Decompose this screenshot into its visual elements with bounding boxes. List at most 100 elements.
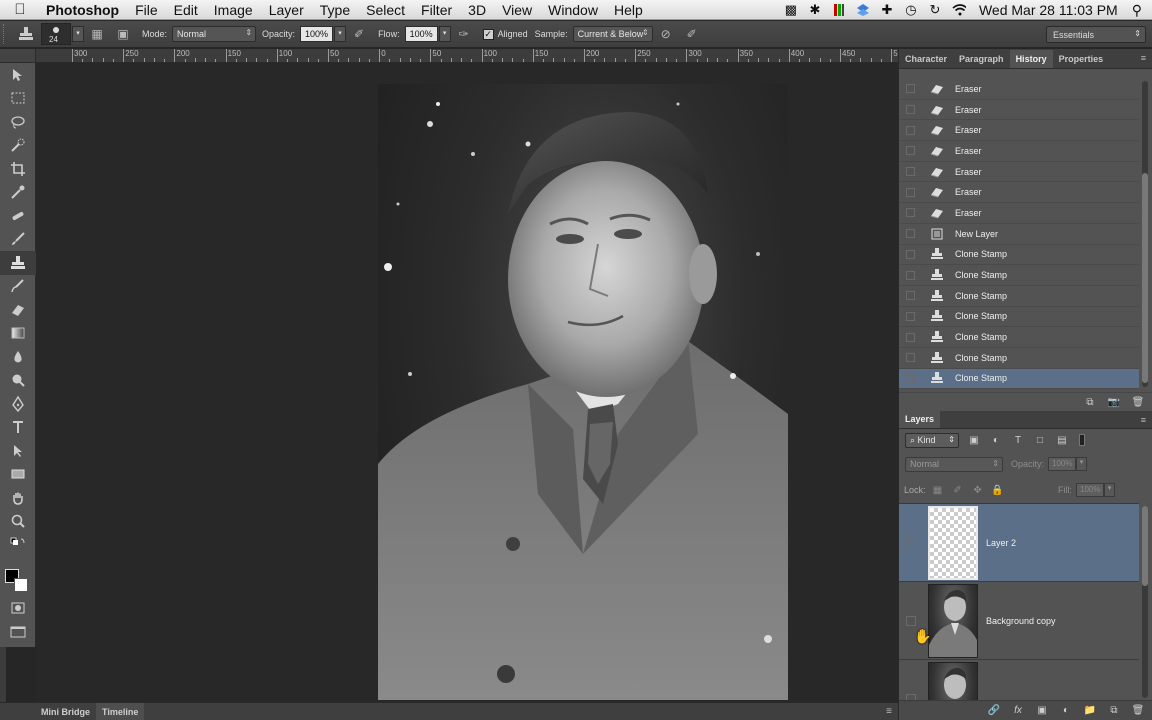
history-source-checkbox[interactable] [906, 373, 915, 383]
layer-opacity-input[interactable]: 100% [1048, 457, 1077, 471]
layer-row[interactable]: Layer 2 [899, 504, 1139, 582]
layer-visibility-toggle[interactable] [906, 537, 916, 548]
panel-menu-icon[interactable]: ≡ [1141, 53, 1146, 63]
history-scrollbar[interactable] [1142, 81, 1148, 387]
ignore-adjustment-layers-icon[interactable]: ⊘ [656, 24, 676, 44]
layer-style-icon[interactable]: fx [1009, 703, 1027, 719]
filter-toggle[interactable] [1079, 434, 1085, 446]
new-group-icon[interactable]: 📁 [1081, 703, 1099, 719]
type-tool-icon[interactable] [0, 416, 36, 440]
screen-mode-icon[interactable] [0, 620, 36, 644]
menu-type[interactable]: Type [312, 0, 358, 20]
crop-tool-icon[interactable] [0, 157, 36, 181]
history-source-checkbox[interactable] [906, 270, 915, 280]
history-item[interactable]: Clone Stamp [899, 368, 1139, 390]
clock[interactable]: Wed Mar 28 11:03 PM [979, 2, 1118, 18]
portrait-photo[interactable] [378, 84, 788, 700]
brush-panel-icon[interactable]: ▦ [87, 24, 107, 44]
history-source-checkbox[interactable] [906, 84, 915, 94]
history-item[interactable]: Clone Stamp [899, 348, 1139, 369]
mode-select[interactable]: Normal [172, 26, 257, 42]
move-tool-icon[interactable] [0, 63, 36, 87]
link-layers-icon[interactable]: 🔗 [985, 703, 1003, 719]
history-item[interactable]: New Layer [899, 224, 1139, 245]
fill-dropdown[interactable]: ▾ [1104, 483, 1115, 497]
menu-window[interactable]: Window [540, 0, 606, 20]
quick-mask-icon[interactable] [0, 596, 36, 620]
history-item[interactable]: Eraser [899, 141, 1139, 162]
history-source-checkbox[interactable] [906, 208, 915, 218]
flow-input[interactable]: 100% [404, 26, 438, 42]
history-item[interactable]: Clone Stamp [899, 245, 1139, 266]
history-source-checkbox[interactable] [906, 311, 915, 321]
menu-file[interactable]: File [127, 0, 166, 20]
wifi-icon[interactable] [952, 3, 966, 17]
marquee-tool-icon[interactable] [0, 87, 36, 111]
menu-image[interactable]: Image [206, 0, 261, 20]
menu-edit[interactable]: Edit [166, 0, 206, 20]
layers-scroll-thumb[interactable] [1142, 506, 1148, 586]
history-item[interactable]: Eraser [899, 203, 1139, 224]
sync-icon[interactable]: ↻ [928, 2, 942, 17]
workspace-select[interactable]: Essentials [1046, 26, 1146, 43]
airbrush-icon[interactable]: ✑ [454, 24, 474, 44]
history-source-checkbox[interactable] [906, 146, 915, 156]
history-item[interactable]: Eraser [899, 79, 1139, 100]
tab-paragraph[interactable]: Paragraph [953, 50, 1010, 68]
brush-dropdown[interactable]: ▾ [72, 26, 84, 42]
menu-view[interactable]: View [494, 0, 540, 20]
menu-select[interactable]: Select [358, 0, 413, 20]
apple-menu-icon[interactable]:  [0, 1, 40, 18]
horizontal-ruler[interactable]: 300 250 200 150 100 50 0 50 100 150 200 250 300 350 40… [36, 49, 898, 63]
tools-panel-header[interactable] [0, 49, 35, 63]
history-source-checkbox[interactable] [906, 229, 915, 239]
new-snapshot-icon[interactable]: 📷 [1105, 394, 1123, 410]
history-item[interactable]: Eraser [899, 100, 1139, 121]
layer-row[interactable] [899, 660, 1139, 700]
background-color-swatch[interactable] [14, 578, 28, 592]
filter-smart-object-icon[interactable]: ▤ [1055, 433, 1069, 447]
history-item[interactable]: Eraser [899, 182, 1139, 204]
pen-tool-icon[interactable] [0, 392, 36, 416]
history-source-checkbox[interactable] [906, 105, 915, 115]
time-machine-icon[interactable]: ◷ [904, 2, 918, 17]
panel-menu-icon[interactable]: ≡ [886, 706, 892, 717]
history-source-checkbox[interactable] [906, 187, 915, 197]
tab-timeline[interactable]: Timeline [96, 702, 145, 720]
tab-mini-bridge[interactable]: Mini Bridge [35, 703, 96, 720]
history-item[interactable]: Clone Stamp [899, 307, 1139, 328]
tab-layers[interactable]: Layers [899, 410, 941, 428]
filter-type-icon[interactable]: T [1011, 433, 1025, 447]
pressure-size-icon[interactable]: ✐ [682, 24, 702, 44]
layer-visibility-toggle[interactable] [906, 615, 916, 626]
history-source-checkbox[interactable] [906, 353, 915, 363]
hand-tool-icon[interactable] [0, 486, 36, 510]
vertical-ruler[interactable] [0, 647, 6, 702]
delete-state-icon[interactable]: 🗑 [1129, 394, 1147, 410]
layers-scrollbar[interactable] [1142, 506, 1148, 698]
history-brush-tool-icon[interactable] [0, 275, 36, 299]
flow-dropdown[interactable]: ▾ [438, 26, 451, 42]
dodge-tool-icon[interactable] [0, 369, 36, 393]
quick-selection-tool-icon[interactable] [0, 134, 36, 158]
layer-opacity-dropdown[interactable]: ▾ [1076, 457, 1088, 471]
bluetooth-icon[interactable]: ✱ [808, 2, 822, 17]
battery-icon[interactable] [832, 3, 846, 17]
panel-menu-icon[interactable]: ≡ [1141, 415, 1146, 425]
menu-filter[interactable]: Filter [413, 0, 460, 20]
lasso-tool-icon[interactable] [0, 110, 36, 134]
filter-shape-icon[interactable]: □ [1033, 433, 1047, 447]
aligned-checkbox[interactable]: ✓ [482, 28, 494, 40]
history-item[interactable]: Clone Stamp [899, 327, 1139, 348]
default-colors-icon[interactable] [0, 533, 36, 555]
new-document-from-state-icon[interactable]: ⧉ [1081, 394, 1099, 410]
menu-help[interactable]: Help [606, 0, 651, 20]
options-grip[interactable] [3, 24, 11, 44]
lock-pixels-icon[interactable]: ✐ [950, 483, 966, 497]
clone-stamp-tool-icon[interactable] [0, 251, 36, 275]
layer-row[interactable]: Background copy [899, 582, 1139, 660]
add-mask-icon[interactable]: ▣ [1033, 703, 1051, 719]
history-item[interactable]: Eraser [899, 120, 1139, 142]
document-canvas[interactable] [36, 63, 898, 702]
zoom-tool-icon[interactable] [0, 510, 36, 534]
